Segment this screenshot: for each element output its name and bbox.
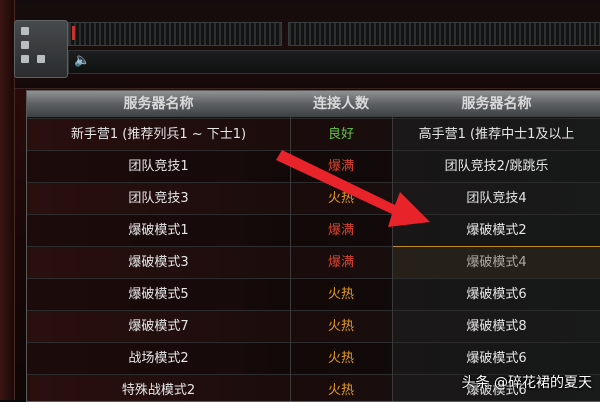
panel-rivet-icon — [21, 41, 29, 49]
server-name-left[interactable]: 团队竞技3 — [27, 183, 290, 215]
server-name-left[interactable]: 爆破模式3 — [27, 247, 290, 279]
server-name-right[interactable]: 爆破模式6 — [392, 343, 600, 375]
server-name-right[interactable]: 爆破模式6 — [392, 279, 600, 311]
server-name-right[interactable]: 高手营1 (推荐中士1及以上 — [392, 119, 600, 151]
table-row[interactable]: 爆破模式7 火热 爆破模式8 — [27, 310, 600, 343]
server-name-left[interactable]: 爆破模式1 — [27, 215, 290, 247]
column-divider — [392, 117, 393, 401]
server-name-right[interactable]: 团队竞技4 — [392, 183, 600, 215]
connection-status: 火热 — [327, 351, 354, 366]
meter-marker — [72, 26, 75, 40]
table-row[interactable]: 新手营1 (推荐列兵1 ~ 下士1) 良好 高手营1 (推荐中士1及以上 — [27, 118, 600, 151]
speaker-icon[interactable]: 🔈 — [74, 53, 98, 69]
connection-status: 良好 — [327, 127, 354, 142]
connection-status: 爆满 — [327, 223, 354, 238]
header-server-name-left[interactable]: 服务器名称 — [27, 91, 291, 117]
connection-status: 爆满 — [327, 255, 354, 270]
selected-server-highlight[interactable] — [392, 246, 600, 279]
table-row[interactable]: 团队竞技1 爆满 团队竞技2/跳跳乐 — [27, 150, 600, 183]
server-name-left[interactable]: 特殊战模式2 — [27, 375, 290, 401]
panel-rivet-icon — [21, 55, 29, 63]
right-signal-meter — [288, 22, 600, 46]
column-divider — [290, 117, 291, 401]
left-signal-meter — [68, 22, 282, 46]
server-name-left[interactable]: 爆破模式5 — [27, 279, 290, 311]
header-server-name-right[interactable]: 服务器名称 — [392, 91, 600, 117]
server-name-left[interactable]: 新手营1 (推荐列兵1 ~ 下士1) — [27, 119, 290, 151]
window-left-border — [0, 0, 15, 400]
server-name-right[interactable]: 团队竞技2/跳跳乐 — [392, 151, 600, 183]
watermark-text: 头条 @碎花裙的夏天 — [461, 375, 592, 391]
panel-rivet-icon — [21, 27, 29, 35]
connection-status: 火热 — [327, 191, 354, 206]
server-name-left[interactable]: 战场模式2 — [27, 343, 290, 375]
connection-status: 爆满 — [327, 159, 354, 174]
server-name-right[interactable]: 爆破模式2 — [392, 215, 600, 247]
connection-status: 火热 — [327, 287, 354, 302]
panel-rivet-icon — [37, 55, 45, 63]
table-row[interactable]: 战场模式2 火热 爆破模式6 — [27, 342, 600, 375]
server-list-table: 服务器名称 连接人数 服务器名称 新手营1 (推荐列兵1 ~ 下士1) 良好 高手营… — [26, 90, 600, 402]
volume-bar[interactable] — [68, 50, 600, 74]
table-row[interactable]: 团队竞技3 火热 团队竞技4 — [27, 182, 600, 215]
server-name-right[interactable]: 爆破模式8 — [392, 311, 600, 343]
server-name-left[interactable]: 团队竞技1 — [27, 151, 290, 183]
mechanical-panel-icon — [14, 20, 68, 78]
connection-status: 火热 — [327, 383, 354, 398]
game-window: 🔈 服务器名称 连接人数 服务器名称 新手营1 (推荐列兵1 ~ 下士1) 良好 高… — [0, 0, 600, 402]
header-connections[interactable]: 连接人数 — [290, 91, 393, 117]
connection-status: 火热 — [327, 319, 354, 334]
server-name-left[interactable]: 爆破模式7 — [27, 311, 290, 343]
table-row[interactable]: 爆破模式1 爆满 爆破模式2 — [27, 214, 600, 247]
table-row[interactable]: 爆破模式5 火热 爆破模式6 — [27, 278, 600, 311]
